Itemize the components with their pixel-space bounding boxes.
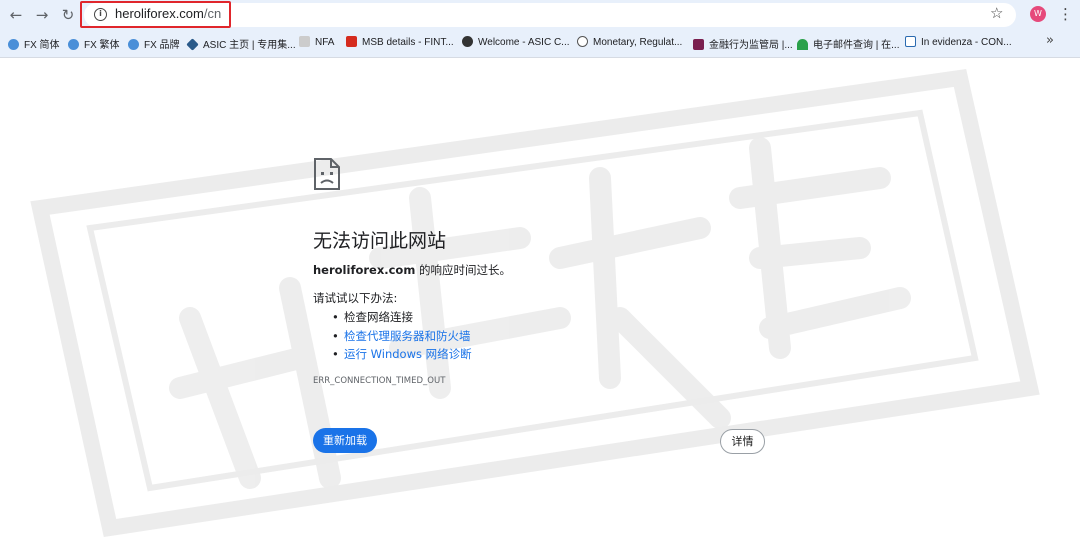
- suggestion-item[interactable]: 检查代理服务器和防火墙: [332, 327, 472, 346]
- error-code: ERR_CONNECTION_TIMED_OUT: [313, 376, 446, 386]
- nfa-icon: [299, 36, 310, 47]
- bookmarks-overflow-icon[interactable]: »: [1046, 33, 1054, 48]
- bookmark-item[interactable]: ASIC 主页 | 专用集...: [186, 36, 296, 51]
- profile-avatar[interactable]: W: [1030, 6, 1046, 22]
- fx-icon: [128, 39, 139, 50]
- suggestion-item: 检查网络连接: [332, 308, 472, 327]
- suggestion-item[interactable]: 运行 Windows 网络诊断: [332, 345, 472, 364]
- bookmark-star-icon[interactable]: ☆: [990, 4, 1003, 22]
- menu-icon[interactable]: ⋮: [1058, 5, 1073, 23]
- bookmark-item[interactable]: Monetary, Regulat...: [577, 36, 682, 48]
- bookmark-item[interactable]: NFA: [299, 36, 334, 48]
- browser-toolbar: ← → ↻ i heroliforex.com/cn ☆ W ⋮: [0, 0, 1080, 30]
- asic-icon: [186, 38, 199, 51]
- error-page: 无法访问此网站 heroliforex.com 的响应时间过长。 请试试以下办法…: [0, 58, 1080, 542]
- bookmark-item[interactable]: In evidenza - CON...: [905, 36, 1012, 48]
- suggestion-list: 检查网络连接 检查代理服务器和防火墙 运行 Windows 网络诊断: [332, 308, 472, 364]
- url-text[interactable]: heroliforex.com/cn: [115, 6, 221, 21]
- browser-chrome: ← → ↻ i heroliforex.com/cn ☆ W ⋮ FX 简体 F…: [0, 0, 1080, 57]
- wifi-icon: [797, 39, 808, 50]
- bookmark-item[interactable]: 电子邮件查询 | 在...: [797, 36, 900, 51]
- bookmark-item[interactable]: FX 繁体: [68, 36, 120, 51]
- bookmark-item[interactable]: Welcome - ASIC C...: [462, 36, 570, 48]
- page-title: 无法访问此网站: [313, 230, 447, 252]
- forward-icon[interactable]: →: [32, 5, 52, 25]
- bookmark-item[interactable]: FX 品牌: [128, 36, 180, 51]
- mas-icon: [577, 36, 588, 47]
- fx-icon: [8, 39, 19, 50]
- url-path: /cn: [203, 6, 222, 21]
- reload-button[interactable]: 重新加载: [313, 428, 377, 453]
- reload-icon[interactable]: ↻: [58, 5, 78, 25]
- details-button[interactable]: 详情: [720, 429, 765, 454]
- bookmark-item[interactable]: MSB details - FINT...: [346, 36, 454, 48]
- sad-page-icon: [314, 158, 340, 190]
- back-icon[interactable]: ←: [6, 5, 26, 25]
- error-desc-suffix: 的响应时间过长。: [415, 263, 511, 277]
- site-info-icon[interactable]: i: [94, 8, 107, 21]
- fca-icon: [693, 39, 704, 50]
- url-host: heroliforex.com: [115, 6, 204, 21]
- suggestion-link-proxy[interactable]: 检查代理服务器和防火墙: [344, 329, 471, 343]
- consob-icon: [905, 36, 916, 47]
- error-host: heroliforex.com: [313, 263, 416, 277]
- bookmark-item[interactable]: FX 简体: [8, 36, 60, 51]
- watermark-stamp-icon: [30, 69, 1040, 538]
- maple-leaf-icon: [346, 36, 357, 47]
- try-label: 请试试以下办法:: [313, 291, 398, 305]
- bookmark-item[interactable]: 金融行为监管局 |...: [693, 36, 793, 51]
- bookmarks-bar: FX 简体 FX 繁体 FX 品牌 ASIC 主页 | 专用集... NFA M…: [0, 32, 1080, 54]
- fx-icon: [68, 39, 79, 50]
- error-description: heroliforex.com 的响应时间过长。: [313, 262, 511, 278]
- globe-icon: [462, 36, 473, 47]
- suggestion-link-diagnostics[interactable]: 运行 Windows 网络诊断: [344, 347, 472, 361]
